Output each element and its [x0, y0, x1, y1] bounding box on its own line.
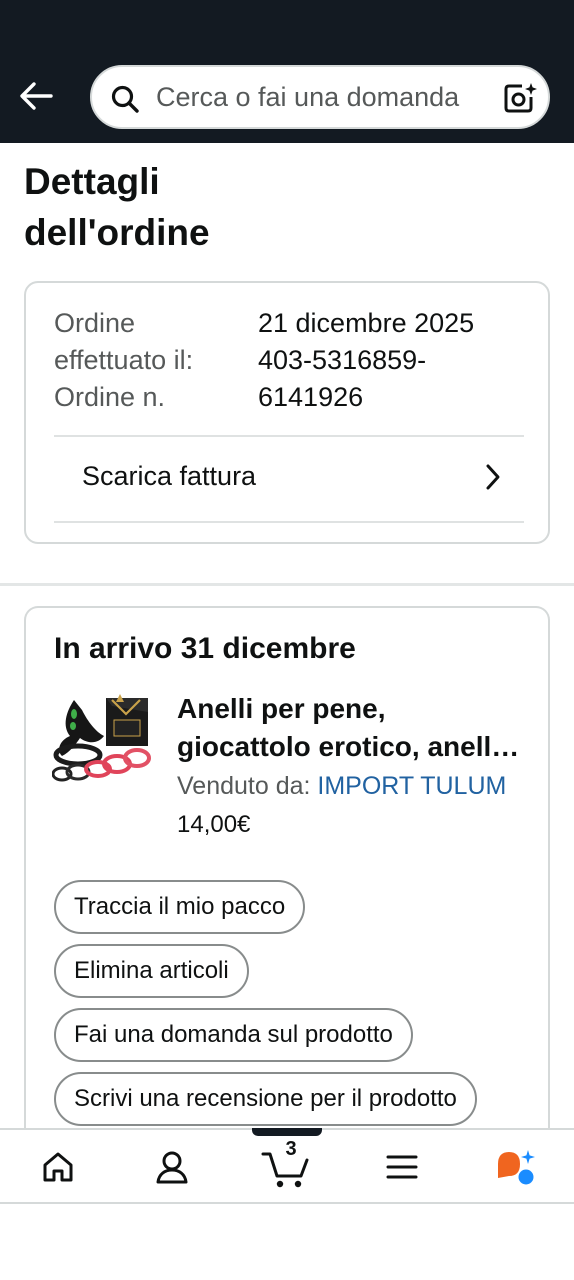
order-meta-labels: Ordine effettuato il: Ordine n.: [54, 305, 244, 416]
menu-icon: [386, 1155, 418, 1179]
order-date-label-line1: Ordine: [54, 308, 136, 338]
account-icon: [156, 1151, 188, 1184]
search-bar[interactable]: [90, 65, 550, 129]
product-thumbnail[interactable]: [52, 692, 152, 788]
order-number-value-part1: 403-5316859-: [258, 345, 427, 375]
back-arrow-icon: [20, 82, 53, 110]
back-button[interactable]: [14, 74, 58, 118]
section-separator: [0, 583, 574, 586]
order-number-value-part2: 6141926: [258, 382, 364, 412]
cart-wrapper: 3: [261, 1138, 311, 1190]
download-invoice-row[interactable]: Scarica fattura: [26, 437, 548, 521]
track-package-button[interactable]: Traccia il mio pacco: [54, 880, 306, 934]
search-icon: [111, 85, 139, 113]
seller-link[interactable]: IMPORT TULUM: [317, 772, 506, 800]
divider: [54, 521, 524, 523]
active-tab-indicator: [252, 1128, 322, 1136]
nav-assistant[interactable]: [486, 1144, 546, 1190]
shipment-card: In arrivo 31 dicembre Anelli per pene, g…: [24, 606, 550, 1166]
order-date-label-line2: effettuato il:: [54, 345, 194, 375]
order-meta-values: 21 dicembre 2025 403-5316859- 6141926: [258, 305, 528, 416]
chevron-right-icon: [486, 464, 500, 490]
search-input[interactable]: [156, 76, 496, 118]
home-icon: [43, 1152, 73, 1182]
nav-account[interactable]: [142, 1144, 202, 1190]
bottom-navigation: 3: [0, 1128, 574, 1204]
sold-by-label: Venduto da:: [177, 772, 318, 800]
write-review-button[interactable]: Scrivi una recensione per il prodotto: [54, 1072, 477, 1126]
order-number-label: Ordine n.: [54, 382, 166, 412]
nav-menu[interactable]: [372, 1144, 432, 1190]
product-price: 14,00€: [177, 811, 251, 838]
camera-search-icon[interactable]: [502, 81, 538, 115]
order-summary-card: Ordine effettuato il: Ordine n. 21 dicem…: [24, 281, 550, 544]
nav-home[interactable]: [28, 1144, 88, 1190]
order-date-value: 21 dicembre 2025: [258, 308, 475, 338]
delivery-status-title: In arrivo 31 dicembre: [54, 632, 356, 665]
download-invoice-label: Scarica fattura: [82, 461, 257, 491]
product-title[interactable]: Anelli per pene, giocattolo erotico, ane…: [177, 690, 527, 766]
assistant-icon: [498, 1150, 535, 1185]
cart-count-badge: 3: [285, 1138, 297, 1160]
nav-cart[interactable]: 3: [256, 1138, 316, 1190]
sold-by: Venduto da: IMPORT TULUM: [177, 772, 506, 801]
ask-product-question-button[interactable]: Fai una domanda sul prodotto: [54, 1008, 413, 1062]
top-bar: [0, 0, 574, 143]
page-title: Dettagli dell'ordine: [24, 161, 210, 253]
delete-items-button[interactable]: Elimina articoli: [54, 944, 249, 998]
